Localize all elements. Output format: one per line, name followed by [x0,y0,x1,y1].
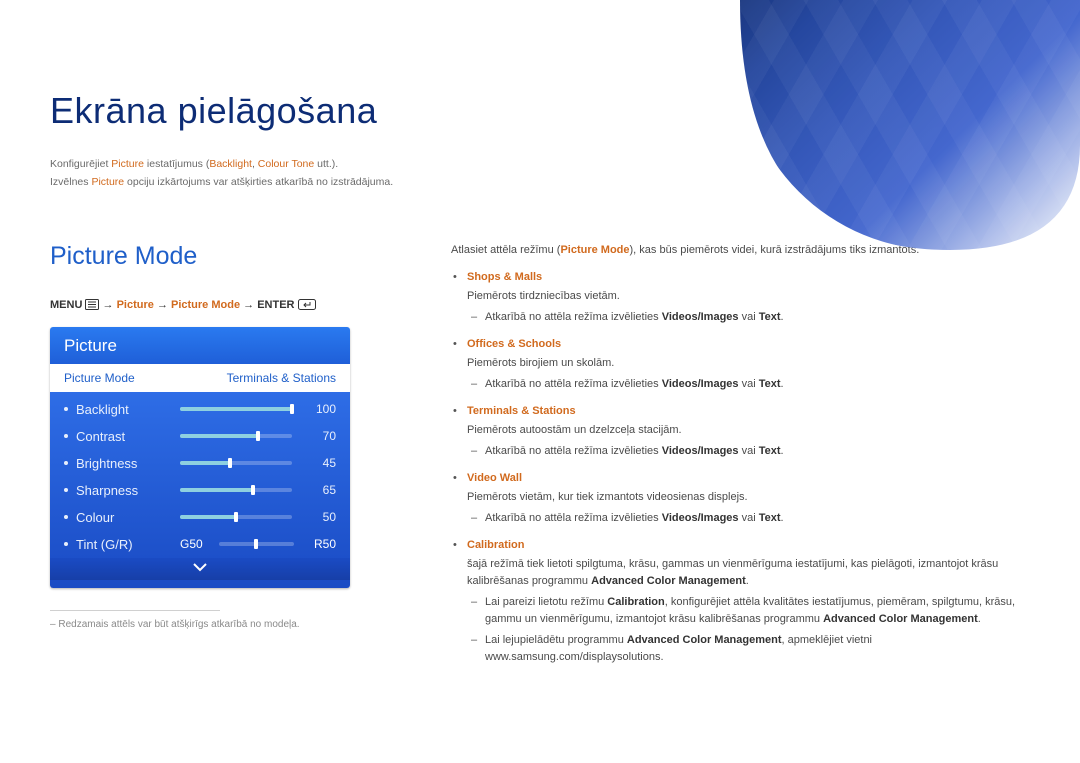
chevron-down-icon [191,562,209,572]
menu-icon [85,299,99,313]
osd-item-value: 65 [302,483,336,497]
mode-item: Terminals & Stations Piemērots autoostām … [451,403,1030,460]
mode-desc: šajā režīmā tiek lietoti spilgtuma, krās… [467,556,1030,590]
intro-text-part: Izvēlnes [50,176,91,188]
bullet-icon [64,434,68,438]
slider-knob [228,458,232,468]
osd-mode-row[interactable]: Picture Mode Terminals & Stations [50,364,350,392]
mode-name: Video Wall [467,472,522,484]
bullet-icon [64,542,68,546]
intro-text-part: Konfigurējiet [50,158,111,170]
intro-highlight: Backlight [209,158,252,170]
slider-fill [180,488,253,492]
divider [50,610,220,611]
slider-fill [180,407,292,411]
osd-slider-row[interactable]: Brightness 45 [50,450,350,477]
mode-desc: Piemērots vietām, kur tiek izmantots vid… [467,489,1030,506]
osd-item-name: Brightness [76,456,180,471]
mode-sub-item: Atkarībā no attēla režīma izvēlieties Vi… [485,443,1030,460]
mode-item: Offices & Schools Piemērots birojiem un s… [451,336,1030,393]
osd-item-name: Sharpness [76,483,180,498]
slider-fill [180,461,230,465]
path-part: Picture Mode [171,299,240,311]
arrow: → [243,299,254,311]
osd-panel: Picture Picture Mode Terminals & Station… [50,327,350,588]
mode-sub-item: Lai lejupielādētu programmu Advanced Col… [485,632,1030,666]
slider-knob [234,512,238,522]
slider-fill [180,515,236,519]
osd-item-name: Colour [76,510,180,525]
osd-slider-row[interactable]: Backlight 100 [50,396,350,423]
osd-slider[interactable] [180,515,292,519]
mode-desc: Piemērots tirdzniecības vietām. [467,288,1030,305]
mode-item: Shops & Malls Piemērots tirdzniecības vie… [451,269,1030,326]
osd-item-value: 45 [302,456,336,470]
menu-path: MENU → Picture → Picture Mode → ENTER [50,299,405,313]
slider-knob [254,539,258,549]
tint-g-value: G50 [180,537,203,551]
mode-name: Terminals & Stations [467,405,576,417]
mode-sub-item: Lai pareizi lietotu režīmu Calibration, … [485,594,1030,628]
intro-highlight: Picture [111,158,144,170]
intro-text-part: opciju izkārtojums var atšķirties atkarī… [124,176,393,188]
osd-item-value: 50 [302,510,336,524]
enter-icon [298,299,316,313]
osd-header: Picture [50,327,350,364]
menu-label: MENU [50,299,82,311]
intro-text-part: iestatījumus ( [144,158,209,170]
mode-item: Video Wall Piemērots vietām, kur tiek izm… [451,470,1030,527]
bullet-icon [64,461,68,465]
slider-knob [290,404,294,414]
mode-desc: Piemērots birojiem un skolām. [467,355,1030,372]
osd-slider[interactable] [180,461,292,465]
osd-slider-row[interactable]: Contrast 70 [50,423,350,450]
osd-slider[interactable] [180,488,292,492]
bullet-icon [64,407,68,411]
osd-item-name: Backlight [76,402,180,417]
mode-sub-item: Atkarībā no attēla režīma izvēlieties Vi… [485,510,1030,527]
bullet-icon [64,515,68,519]
lead-highlight: Picture Mode [560,244,629,256]
intro-highlight: Colour Tone [258,158,314,170]
slider-fill [180,434,258,438]
intro-text-part: utt.). [314,158,338,170]
osd-mode-label: Picture Mode [64,371,135,385]
section-title: Picture Mode [50,242,405,271]
mode-name: Offices & Schools [467,338,561,350]
mode-sub-item: Atkarībā no attēla režīma izvēlieties Vi… [485,309,1030,326]
lead-text: Atlasiet attēla režīmu ( [451,244,560,256]
osd-item-value: 70 [302,429,336,443]
mode-item: Calibration šajā režīmā tiek lietoti spil… [451,537,1030,665]
path-part: Picture [117,299,154,311]
tint-slider[interactable] [219,542,294,546]
mode-name: Shops & Malls [467,271,542,283]
mode-name: Calibration [467,539,524,551]
tint-r-value: R50 [302,537,336,551]
mode-desc: Piemērots autoostām un dzelzceļa stacijā… [467,422,1030,439]
arrow: → [157,299,168,311]
osd-mode-value: Terminals & Stations [227,371,336,385]
osd-slider-row[interactable]: Colour 50 [50,504,350,531]
osd-scroll-down[interactable] [50,558,350,580]
intro-highlight: Picture [91,176,124,188]
bullet-icon [64,488,68,492]
description-column: Atlasiet attēla režīmu (Picture Mode), k… [451,242,1030,669]
lead-text: ), kas būs piemērots videi, kurā izstrād… [630,244,920,256]
mode-sub-item: Atkarībā no attēla režīma izvēlieties Vi… [485,376,1030,393]
osd-item-name: Tint (G/R) [76,537,180,552]
slider-knob [251,485,255,495]
enter-label: ENTER [257,299,294,311]
osd-slider[interactable] [180,407,292,411]
osd-slider-row[interactable]: Sharpness 65 [50,477,350,504]
osd-item-name: Contrast [76,429,180,444]
footnote: ‒ Redzamais attēls var būt atšķirīgs atk… [50,619,405,630]
slider-knob [256,431,260,441]
osd-slider[interactable] [180,434,292,438]
osd-tint-row[interactable]: Tint (G/R) G50 R50 [50,531,350,558]
osd-item-value: 100 [302,402,336,416]
arrow: → [103,299,114,311]
osd-body: Backlight 100 Contrast 70 Brightness 45 Sharpn… [50,392,350,588]
